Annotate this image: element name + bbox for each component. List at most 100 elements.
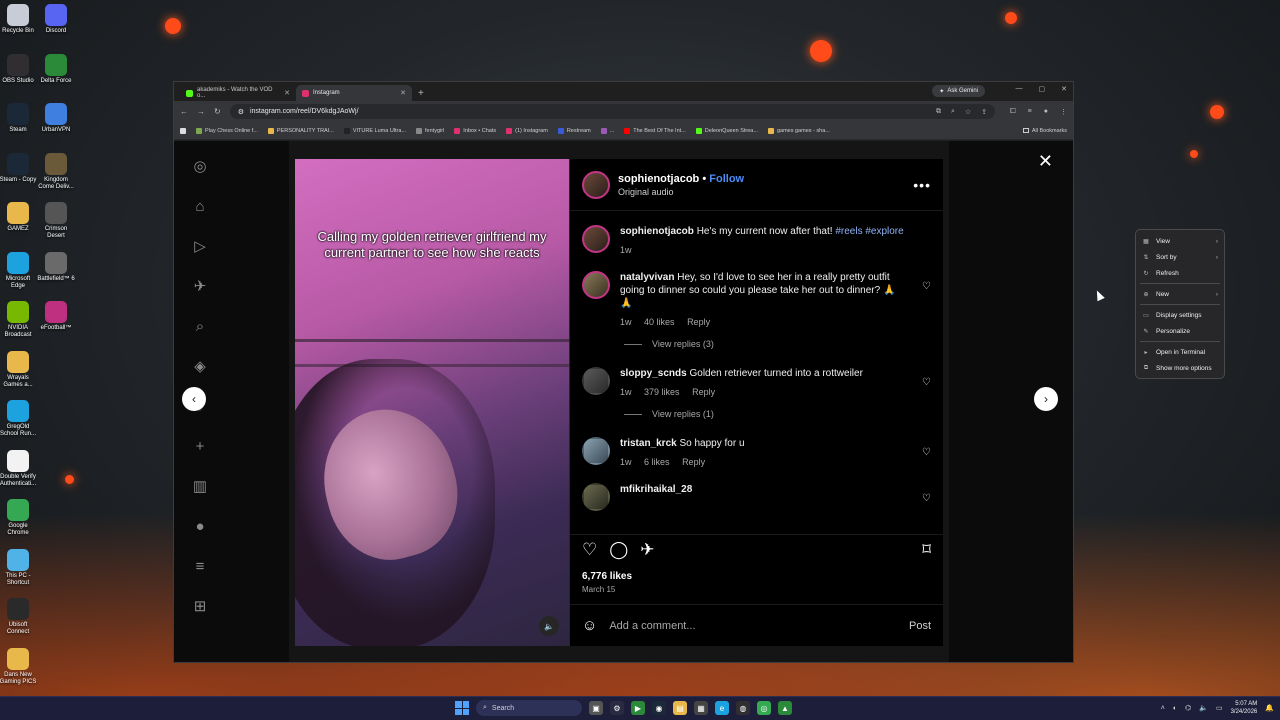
commenter-avatar[interactable] [582,367,610,395]
close-tab-icon[interactable]: ✕ [284,89,290,97]
audio-label[interactable]: Original audio [618,187,744,197]
network-icon[interactable]: ⌬ [1185,704,1191,712]
reel-video[interactable]: Calling my golden retriever girlfriend m… [295,159,569,646]
all-bookmarks-button[interactable]: All Bookmarks [1022,128,1067,134]
desktop-icon[interactable]: UrbanVPN [36,103,76,134]
tab-instagram[interactable]: Instagram ✕ [296,85,412,101]
reels-icon[interactable]: ▷ [191,237,209,255]
comment-input[interactable]: Add a comment... [609,620,897,632]
volume-icon[interactable]: 🔈 [1199,704,1208,712]
bookmark-item[interactable]: PERSONALITY TRAI... [267,127,334,134]
desktop-icon[interactable]: GregOld School Run... [0,400,38,438]
author-username[interactable]: sophienotjacob [618,173,699,185]
desktop-icon[interactable]: GAMEZ [0,202,38,233]
like-count[interactable]: 6,776 likes [582,571,632,582]
maximize-icon[interactable]: ▢ [1039,85,1046,93]
explore-icon[interactable]: ◈ [191,357,209,375]
bookmark-star-icon[interactable]: ☆ [965,108,971,116]
comment-likes[interactable]: 379 likes [644,387,680,397]
bookmark-item[interactable]: games games - sha... [767,127,830,134]
desktop-icon[interactable]: Steam [0,103,38,134]
context-menu-item[interactable]: ▭ Display settings [1136,307,1224,323]
start-icon[interactable] [455,701,469,715]
delta-force-icon[interactable]: ▲ [778,701,792,715]
post-comment-button[interactable]: Post [909,620,931,632]
minimize-icon[interactable]: — [1016,85,1023,93]
bookmark-item[interactable]: fentygirl [416,127,444,134]
prev-post-button[interactable]: ‹ [182,387,206,411]
desktop-icon[interactable]: eFootball™ [36,301,76,332]
comment-username[interactable]: mfikrihaikal_28 [620,484,692,495]
file-explorer-icon[interactable]: ▤ [673,701,687,715]
site-info-icon[interactable]: ⚙ [238,108,244,116]
desktop-icon[interactable]: Delta Force [36,53,76,85]
reply-button[interactable]: Reply [682,457,705,467]
context-menu-item[interactable]: ⊕ New › [1136,286,1224,302]
media-icon[interactable]: ≡ [1028,108,1032,116]
comment-likes[interactable]: 6 likes [644,457,670,467]
like-comment-icon[interactable]: ♡ [922,447,931,458]
bookmark-item[interactable]: (1) Instagram [506,127,548,134]
desktop-icon[interactable]: Double Verify Authenticati... [0,449,38,488]
dashboard-icon[interactable]: ▥ [191,477,209,495]
caption-avatar[interactable] [582,225,610,253]
like-icon[interactable]: ♡ [582,540,597,560]
ask-gemini-button[interactable]: ✦ Ask Gemini [932,85,985,97]
home-icon[interactable]: ⌂ [191,197,209,215]
battery-icon[interactable]: ▭ [1216,704,1223,712]
clock[interactable]: 5:07 AM 3/24/2026 [1231,700,1258,716]
settings-icon[interactable]: ⚙ [610,701,624,715]
desktop-icon[interactable]: Google Chrome [0,499,38,537]
more-options-icon[interactable]: ••• [913,177,931,193]
forward-icon[interactable]: → [197,107,205,116]
install-app-icon[interactable]: ⧉ [936,108,941,116]
desktop-icon[interactable]: NVIDIA Broadcast [0,301,38,339]
follow-button[interactable]: Follow [709,173,744,185]
tray-chevron-icon[interactable]: ˄ [1161,705,1165,712]
extensions-icon[interactable]: ⧠ [1010,108,1016,116]
context-menu-item[interactable]: ⧉ Show more options [1136,360,1224,376]
context-menu-item[interactable]: ▦ View › [1136,233,1224,249]
comment-username[interactable]: sloppy_scnds [620,368,687,379]
reply-button[interactable]: Reply [692,387,715,397]
bookmark-item[interactable]: VITURE Luma Ultra... [343,127,406,134]
tab-akademiks[interactable]: akademiks - Watch the VOD o... ✕ [180,85,296,101]
author-avatar[interactable] [582,170,610,199]
chrome-icon[interactable]: ◎ [757,701,771,715]
desktop-icon[interactable]: Crimson Desert [36,202,76,240]
comment-username[interactable]: tristan_krck [620,438,677,449]
caption-hashtags[interactable]: #reels #explore [835,226,903,237]
like-comment-icon[interactable]: ♡ [922,377,931,388]
more-menu-icon[interactable]: ≡ [191,557,209,575]
mute-button[interactable]: 🔈 [539,616,559,636]
share-icon[interactable]: ✈ [640,540,654,560]
edge-icon[interactable]: e [715,701,729,715]
bookmark-item[interactable]: The Best Of The Int... [624,127,686,134]
profile-icon[interactable]: ● [1044,108,1048,116]
context-menu-item[interactable]: ⇅ Sort by › [1136,249,1224,265]
next-post-button[interactable]: › [1034,387,1058,411]
commenter-avatar[interactable] [582,271,610,299]
instagram-logo-icon[interactable]: ◎ [191,157,209,175]
context-menu-item[interactable]: ✎ Personalize [1136,323,1224,339]
like-comment-icon[interactable]: ♡ [922,281,931,292]
desktop-icon[interactable]: Recycle Bin [0,4,38,35]
desktop-icon[interactable]: Dans New Gaming PICS [0,647,38,686]
desktop-icon[interactable]: Wrayals Games a... [0,350,38,389]
comment-likes[interactable]: 40 likes [644,317,675,327]
nvidia-app-icon[interactable]: ▶ [631,701,645,715]
bookmark-item[interactable]: ... [600,127,614,134]
view-replies[interactable]: View replies (3) [624,339,931,349]
search-icon[interactable]: ⌕ [191,317,209,335]
reply-button[interactable]: Reply [687,317,710,327]
apps-icon[interactable] [180,127,186,134]
address-bar[interactable]: ⚙ instagram.com/reel/DV6kdgJAoWj/ ⧉ ⌕ ☆ … [229,104,996,119]
obs-icon[interactable]: ◍ [736,701,750,715]
create-icon[interactable]: + [191,437,209,455]
context-menu-item[interactable]: ↻ Refresh [1136,265,1224,281]
close-tab-icon[interactable]: ✕ [400,89,406,97]
task-view-icon[interactable]: ▣ [589,701,603,715]
bookmark-item[interactable]: Inbox • Chats [454,127,496,134]
bookmark-item[interactable]: Play Chess Online f... [196,127,258,134]
like-comment-icon[interactable]: ♡ [922,493,931,504]
